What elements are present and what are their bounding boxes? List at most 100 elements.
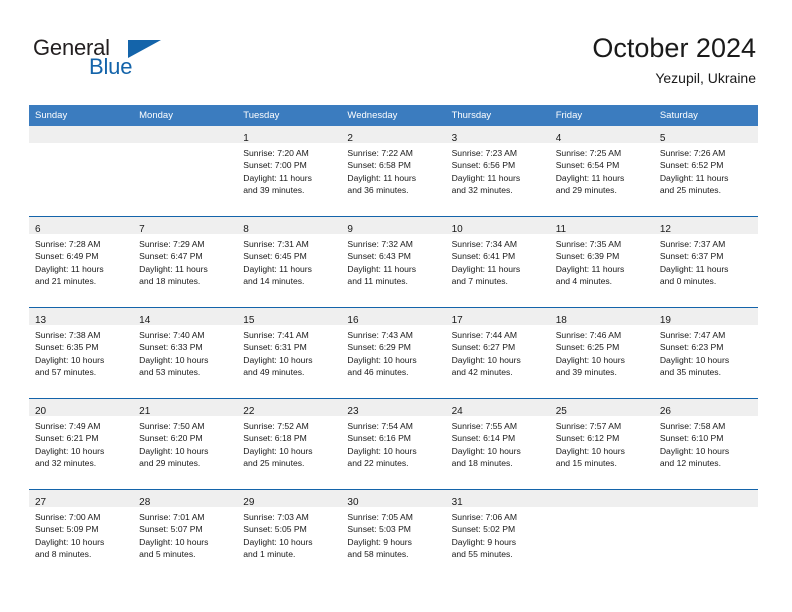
day-number-band: 18 xyxy=(549,308,654,326)
daylight-duration-line2: and 53 minutes. xyxy=(139,366,201,377)
day-number: 10 xyxy=(451,224,463,235)
calendar-day-cell[interactable]: 7 Sunrise: 7:29 AM Sunset: 6:47 PM Daylight… xyxy=(133,216,238,308)
sunset-time: Sunset: 6:12 PM xyxy=(555,433,620,444)
daylight-duration-line1: Daylight: 11 hours xyxy=(243,172,312,183)
sunset-time: Sunset: 6:47 PM xyxy=(139,251,203,262)
daylight-duration-line1: Daylight: 10 hours xyxy=(35,536,105,547)
day-details: Sunrise: 7:25 AM Sunset: 6:54 PM Daylight:… xyxy=(550,143,654,196)
daylight-duration-line1: Daylight: 10 hours xyxy=(347,445,417,456)
daylight-duration-line2: and 32 minutes. xyxy=(35,457,97,468)
daylight-duration-line1: Daylight: 10 hours xyxy=(555,354,625,365)
daylight-duration-line2: and 36 minutes. xyxy=(347,184,409,195)
calendar-day-cell[interactable]: 14 Sunrise: 7:40 AM Sunset: 6:33 PM Dayligh… xyxy=(133,307,238,399)
calendar-header-row: Sunday Monday Tuesday Wednesday Thursday… xyxy=(29,105,758,126)
daylight-duration-line2: and 22 minutes. xyxy=(347,457,409,468)
calendar-day-cell[interactable]: 1 Sunrise: 7:20 AM Sunset: 7:00 PM Daylight… xyxy=(237,126,342,217)
sunset-time: Sunset: 6:52 PM xyxy=(659,160,724,171)
calendar-day-cell[interactable]: 11 Sunrise: 7:35 AM Sunset: 6:39 PM Dayligh… xyxy=(549,216,654,308)
day-number-band: 9 xyxy=(341,217,446,235)
calendar-day-cell[interactable]: 25 Sunrise: 7:57 AM Sunset: 6:12 PM Dayligh… xyxy=(549,398,654,490)
calendar-day-cell[interactable]: 13 Sunrise: 7:38 AM Sunset: 6:35 PM Dayligh… xyxy=(29,307,134,399)
calendar-day-cell[interactable]: 19 Sunrise: 7:47 AM Sunset: 6:23 PM Dayligh… xyxy=(653,307,758,399)
daylight-duration-line2: and 18 minutes. xyxy=(139,275,201,286)
calendar-day-cell[interactable]: 28 Sunrise: 7:01 AM Sunset: 5:07 PM Dayligh… xyxy=(133,489,238,580)
daylight-duration-line2: and 49 minutes. xyxy=(243,366,305,377)
calendar-day-cell[interactable]: 17 Sunrise: 7:44 AM Sunset: 6:27 PM Dayligh… xyxy=(445,307,550,399)
calendar-day-cell[interactable]: 21 Sunrise: 7:50 AM Sunset: 6:20 PM Dayligh… xyxy=(133,398,238,490)
daylight-duration-line1: Daylight: 9 hours xyxy=(451,536,517,547)
calendar-day-cell[interactable]: 16 Sunrise: 7:43 AM Sunset: 6:29 PM Dayligh… xyxy=(341,307,446,399)
day-cell-content: 13 Sunrise: 7:38 AM Sunset: 6:35 PM Dayligh… xyxy=(29,308,134,398)
sunset-time: Sunset: 6:27 PM xyxy=(451,342,516,353)
calendar-day-cell[interactable]: 22 Sunrise: 7:52 AM Sunset: 6:18 PM Dayligh… xyxy=(237,398,342,490)
sunrise-time: Sunrise: 7:54 AM xyxy=(347,421,413,431)
daylight-duration-line1: Daylight: 11 hours xyxy=(555,263,625,274)
day-details: Sunrise: 7:29 AM Sunset: 6:47 PM Daylight:… xyxy=(133,234,237,287)
calendar-day-cell[interactable]: 8 Sunrise: 7:31 AM Sunset: 6:45 PM Daylight… xyxy=(237,216,342,308)
day-number-band: 11 xyxy=(549,217,654,235)
daylight-duration-line2: and 5 minutes. xyxy=(139,548,196,559)
day-number: 27 xyxy=(35,497,47,508)
day-cell-content: 12 Sunrise: 7:37 AM Sunset: 6:37 PM Dayligh… xyxy=(653,217,758,307)
calendar-day-cell[interactable]: 15 Sunrise: 7:41 AM Sunset: 6:31 PM Dayligh… xyxy=(237,307,342,399)
calendar-day-cell[interactable]: 6 Sunrise: 7:28 AM Sunset: 6:49 PM Daylight… xyxy=(29,216,134,308)
daylight-duration-line1: Daylight: 10 hours xyxy=(243,445,313,456)
daylight-duration-line1: Daylight: 11 hours xyxy=(659,263,729,274)
calendar-day-cell[interactable]: 29 Sunrise: 7:03 AM Sunset: 5:05 PM Dayligh… xyxy=(237,489,342,580)
general-blue-logo[interactable]: General Blue xyxy=(33,37,253,87)
day-number-band: 31 xyxy=(445,490,550,508)
sunset-time: Sunset: 6:14 PM xyxy=(451,433,516,444)
sunrise-time: Sunrise: 7:49 AM xyxy=(35,421,101,431)
day-details: Sunrise: 7:06 AM Sunset: 5:02 PM Daylight:… xyxy=(446,507,550,560)
sunrise-time: Sunrise: 7:58 AM xyxy=(659,421,726,431)
daylight-duration-line1: Daylight: 11 hours xyxy=(659,172,729,183)
calendar-day-cell[interactable]: 3 Sunrise: 7:23 AM Sunset: 6:56 PM Daylight… xyxy=(445,126,550,217)
sunrise-time: Sunrise: 7:57 AM xyxy=(555,421,622,431)
sunrise-time: Sunrise: 7:23 AM xyxy=(451,148,518,158)
day-cell-content: 11 Sunrise: 7:35 AM Sunset: 6:39 PM Dayligh… xyxy=(549,217,654,307)
sunset-time: Sunset: 6:37 PM xyxy=(659,251,724,262)
day-cell-content: 8 Sunrise: 7:31 AM Sunset: 6:45 PM Daylight… xyxy=(237,217,342,307)
day-details: Sunrise: 7:01 AM Sunset: 5:07 PM Daylight:… xyxy=(133,507,237,560)
calendar-day-cell[interactable]: 27 Sunrise: 7:00 AM Sunset: 5:09 PM Dayligh… xyxy=(29,489,134,580)
daylight-duration-line1: Daylight: 10 hours xyxy=(659,354,730,365)
day-number-band: 19 xyxy=(653,308,758,326)
sunset-time: Sunset: 6:10 PM xyxy=(659,433,724,444)
sunrise-time: Sunrise: 7:25 AM xyxy=(555,148,622,158)
sunset-time: Sunset: 6:20 PM xyxy=(139,433,203,444)
day-number: 18 xyxy=(555,315,567,326)
day-cell-content: 26 Sunrise: 7:58 AM Sunset: 6:10 PM Dayligh… xyxy=(653,399,758,489)
day-details: Sunrise: 7:28 AM Sunset: 6:49 PM Daylight:… xyxy=(29,234,133,287)
day-details: Sunrise: 7:43 AM Sunset: 6:29 PM Daylight:… xyxy=(341,325,445,378)
calendar-day-cell[interactable]: 4 Sunrise: 7:25 AM Sunset: 6:54 PM Daylight… xyxy=(549,126,654,217)
sunset-time: Sunset: 6:29 PM xyxy=(347,342,411,353)
day-number-band: 10 xyxy=(445,217,550,235)
sunrise-time: Sunrise: 7:00 AM xyxy=(35,512,101,522)
calendar-day-cell[interactable]: 20 Sunrise: 7:49 AM Sunset: 6:21 PM Dayligh… xyxy=(29,398,134,490)
sunrise-time: Sunrise: 7:55 AM xyxy=(451,421,518,431)
calendar-day-cell[interactable]: 5 Sunrise: 7:26 AM Sunset: 6:52 PM Daylight… xyxy=(653,126,758,217)
day-details: Sunrise: 7:52 AM Sunset: 6:18 PM Daylight:… xyxy=(237,416,341,469)
calendar-day-cell[interactable]: 10 Sunrise: 7:34 AM Sunset: 6:41 PM Dayligh… xyxy=(445,216,550,308)
sunset-time: Sunset: 5:09 PM xyxy=(35,524,99,535)
calendar-day-cell[interactable]: 18 Sunrise: 7:46 AM Sunset: 6:25 PM Dayligh… xyxy=(549,307,654,399)
sunset-time: Sunset: 6:41 PM xyxy=(451,251,516,262)
day-number-band: 17 xyxy=(445,308,550,326)
daylight-duration-line2: and 29 minutes. xyxy=(139,457,201,468)
sunset-time: Sunset: 6:39 PM xyxy=(555,251,620,262)
calendar-day-cell[interactable]: 9 Sunrise: 7:32 AM Sunset: 6:43 PM Daylight… xyxy=(341,216,446,308)
day-details: Sunrise: 7:37 AM Sunset: 6:37 PM Daylight:… xyxy=(654,234,758,287)
calendar-day-cell[interactable]: 24 Sunrise: 7:55 AM Sunset: 6:14 PM Dayligh… xyxy=(445,398,550,490)
calendar-day-cell[interactable]: 26 Sunrise: 7:58 AM Sunset: 6:10 PM Dayligh… xyxy=(653,398,758,490)
day-number: 19 xyxy=(659,315,671,326)
sunrise-time: Sunrise: 7:05 AM xyxy=(347,512,413,522)
day-number: 15 xyxy=(243,315,255,326)
day-details: Sunrise: 7:34 AM Sunset: 6:41 PM Daylight:… xyxy=(446,234,550,287)
calendar-day-cell[interactable]: 23 Sunrise: 7:54 AM Sunset: 6:16 PM Dayligh… xyxy=(341,398,446,490)
calendar-day-cell[interactable]: 31 Sunrise: 7:06 AM Sunset: 5:02 PM Dayligh… xyxy=(445,489,550,580)
daylight-duration-line2: and 32 minutes. xyxy=(451,184,513,195)
day-number: 20 xyxy=(35,406,47,417)
calendar-day-cell[interactable]: 30 Sunrise: 7:05 AM Sunset: 5:03 PM Dayligh… xyxy=(341,489,446,580)
calendar-day-cell[interactable]: 12 Sunrise: 7:37 AM Sunset: 6:37 PM Dayligh… xyxy=(653,216,758,308)
calendar-day-cell[interactable]: 2 Sunrise: 7:22 AM Sunset: 6:58 PM Daylight… xyxy=(341,126,446,217)
